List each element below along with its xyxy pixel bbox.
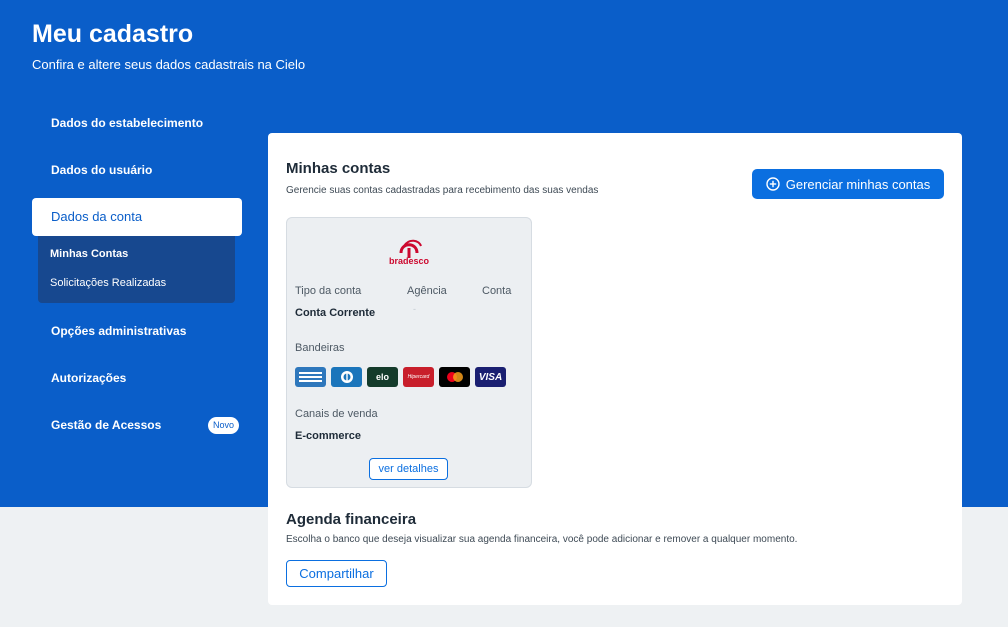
agenda-description: Escolha o banco que deseja visualizar su…: [286, 534, 798, 545]
bank-account-card: bradesco Tipo da conta Agência Conta Con…: [286, 217, 532, 488]
sales-channels-value: E-commerce: [295, 430, 362, 442]
sidebar-item-gestao-acessos[interactable]: Gestão de Acessos: [51, 418, 161, 432]
account-type-value: Conta Corrente: [295, 307, 376, 319]
elo-icon: elo: [367, 367, 398, 387]
visa-icon: VISA: [475, 367, 506, 387]
page-title: Meu cadastro: [32, 20, 194, 48]
sidebar-subitem-minhas-contas[interactable]: Minhas Contas: [50, 248, 128, 260]
hipercard-icon: Hipercard: [403, 367, 434, 387]
mastercard-icon: [439, 367, 470, 387]
sidebar-item-opcoes-administrativas[interactable]: Opções administrativas: [51, 324, 186, 338]
mastercard-mark: [446, 372, 463, 382]
accounts-description: Gerencie suas contas cadastradas para re…: [286, 185, 599, 196]
amex-icon: [295, 367, 326, 387]
plus-circle-icon: [766, 177, 780, 191]
brands-label: Bandeiras: [295, 342, 345, 354]
agency-label: Agência: [407, 285, 447, 297]
bank-name: bradesco: [388, 256, 430, 266]
sidebar-subitem-solicitacoes[interactable]: Solicitações Realizadas: [50, 277, 166, 289]
sales-channels-label: Canais de venda: [295, 408, 378, 420]
agency-value: -: [413, 304, 416, 314]
page-subtitle: Confira e altere seus dados cadastrais n…: [32, 57, 306, 72]
accounts-title: Minhas contas: [286, 160, 391, 177]
sidebar-submenu: Minhas Contas Solicitações Realizadas: [38, 236, 235, 303]
new-badge: Novo: [208, 417, 239, 434]
sidebar-item-dados-estabelecimento[interactable]: Dados do estabelecimento: [51, 116, 203, 130]
manage-accounts-label: Gerenciar minhas contas: [785, 176, 931, 192]
diners-mark: [340, 371, 353, 383]
diners-icon: [331, 367, 362, 387]
manage-accounts-button[interactable]: Gerenciar minhas contas: [752, 169, 944, 199]
account-type-label: Tipo da conta: [295, 285, 362, 297]
sidebar-item-autorizacoes[interactable]: Autorizações: [51, 371, 126, 385]
view-details-button[interactable]: ver detalhes: [369, 458, 448, 480]
sidebar-item-dados-conta[interactable]: Dados da conta: [32, 198, 242, 236]
share-button[interactable]: Compartilhar: [286, 560, 387, 587]
agenda-title: Agenda financeira: [286, 511, 417, 528]
account-label: Conta: [482, 285, 512, 297]
sidebar-item-dados-usuario[interactable]: Dados do usuário: [51, 163, 152, 177]
